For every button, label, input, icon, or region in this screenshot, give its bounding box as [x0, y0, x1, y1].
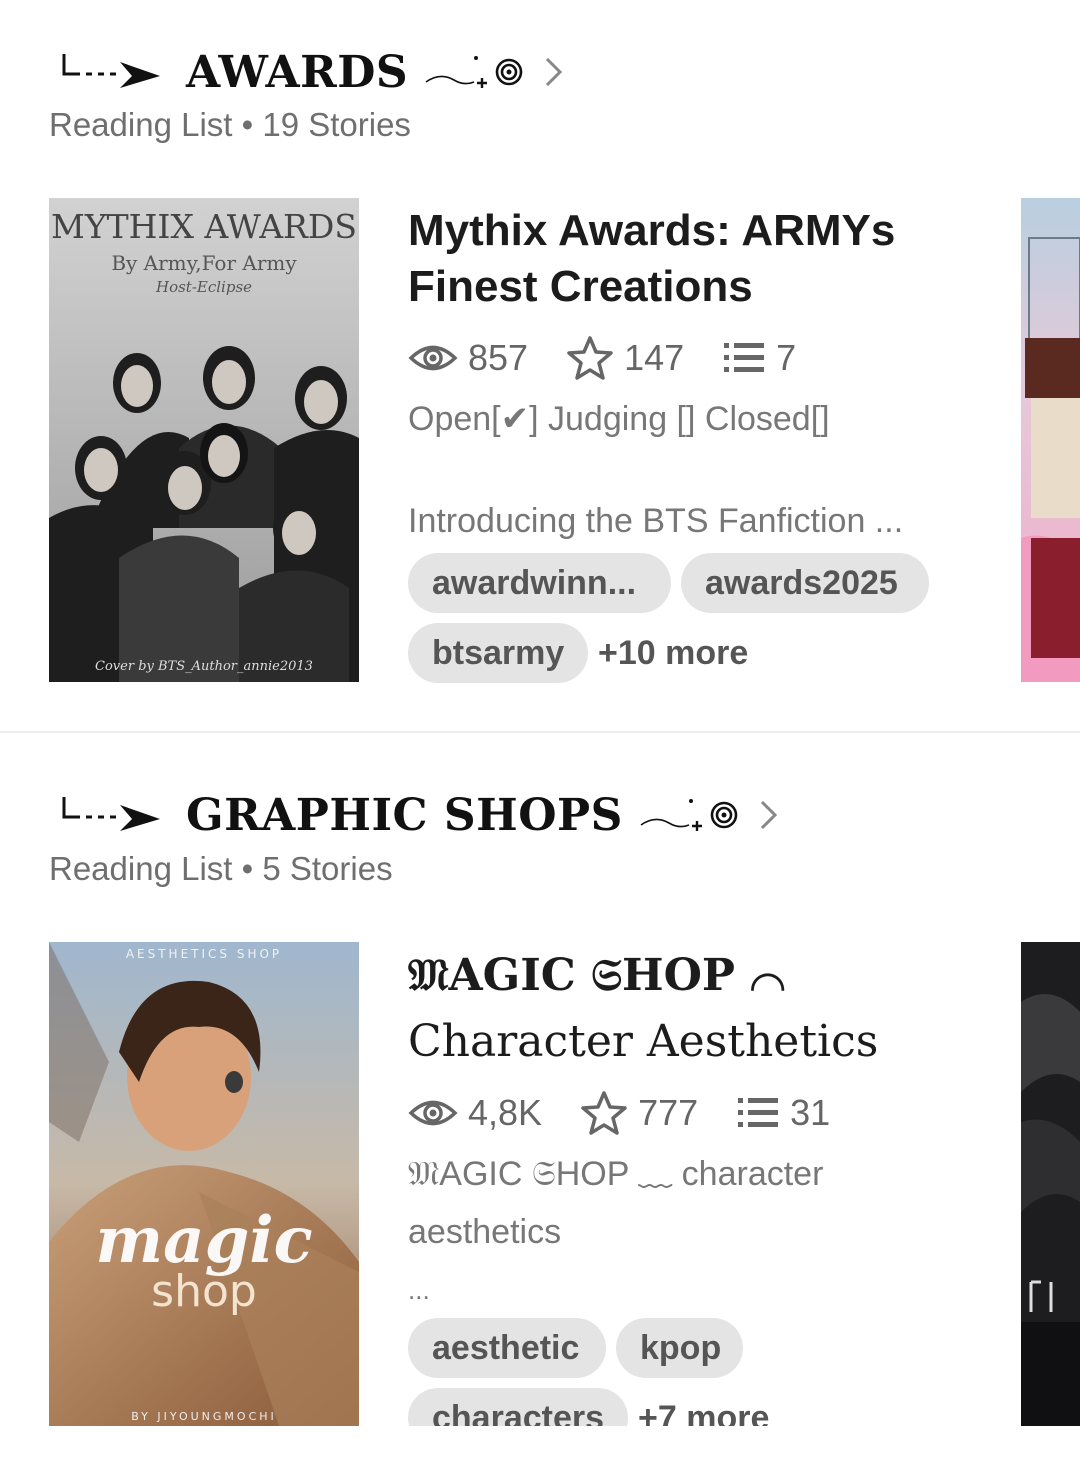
parts-count: 7 [776, 337, 797, 378]
tag-chip[interactable]: btsarmy [408, 623, 588, 683]
spiral-icon [710, 801, 738, 829]
reads-count: 857 [468, 337, 529, 378]
section-title: GRAPHIC SHOPS [186, 789, 623, 841]
votes-count: 147 [624, 337, 685, 378]
reads-stat: 4,8K [408, 1092, 542, 1134]
story-stats: 4,8K 777 31 [408, 1089, 868, 1137]
section-header[interactable]: GRAPHIC SHOPS [60, 787, 781, 843]
section-title: AWARDS [186, 46, 409, 98]
cover-word: shop [151, 1266, 257, 1317]
parts-stat: 31 [736, 1092, 830, 1134]
parts-count: 31 [790, 1092, 831, 1133]
sparkle-deco-icon [425, 56, 488, 88]
more-tags-link[interactable]: +7 more [638, 1388, 769, 1426]
story-description-line1: 𝔐AGIC 𝔖HOP ﹏ character [408, 1155, 824, 1193]
cover-top: AESTHETICS SHOP [126, 947, 282, 961]
eye-icon [408, 345, 458, 371]
votes-count: 777 [638, 1092, 699, 1133]
story-description: Introducing the BTS Fanfiction ... [408, 502, 904, 540]
story-description-line2: aesthetics [408, 1213, 562, 1251]
votes-stat: 147 [566, 335, 684, 381]
reads-stat: 857 [408, 337, 528, 379]
cover-credit: BY JIYOUNGMOCHI [131, 1410, 277, 1423]
tag-chip[interactable]: aesthetic [408, 1318, 606, 1378]
reading-list-awards: AWARDS Reading List • 19 Stories MYTHIX … [0, 0, 1080, 731]
section-header[interactable]: AWARDS [60, 44, 566, 100]
chevron-right-icon[interactable] [542, 55, 566, 89]
cover-heading: MYTHIX AWARDS [51, 207, 357, 246]
tag-chip[interactable]: awards2025 [681, 553, 929, 613]
cover-line2: Host-Eclipse [155, 278, 252, 296]
arrow-icon [62, 797, 160, 831]
list-icon [738, 1098, 779, 1127]
story-title[interactable]: Mythix Awards: ARMYs Finest Creations [408, 203, 1028, 315]
list-icon [724, 343, 765, 372]
eye-icon [408, 1100, 458, 1126]
parts-stat: 7 [722, 337, 796, 379]
tag-chip[interactable]: characters [408, 1388, 628, 1426]
chevron-right-icon[interactable] [757, 798, 781, 832]
reading-list-graphic-shops: GRAPHIC SHOPS Reading List • 5 Stories A… [0, 733, 1080, 1471]
tag-list: awardwinn... awards2025 btsarmy +10 more [408, 553, 1008, 683]
cover-credit: Cover by BTS_Author_annie2013 [95, 659, 313, 674]
reads-count: 4,8K [468, 1092, 543, 1133]
story-title-line1[interactable]: 𝔐AGIC 𝔖HOP ⌒ [408, 948, 1028, 1004]
tag-list: aesthetic kpop characters +7 more [408, 1318, 1008, 1426]
star-icon [567, 336, 613, 380]
arrow-icon [62, 54, 160, 88]
story-status: Open[✔] Judging [] Closed[] [408, 400, 830, 438]
next-story-cover[interactable] [1021, 942, 1080, 1426]
star-icon [581, 1091, 627, 1135]
section-subtitle: Reading List • 5 Stories [49, 850, 393, 887]
cover-line1: By Army,For Army [111, 251, 297, 275]
next-story-cover[interactable] [1021, 198, 1080, 682]
story-cover[interactable]: MYTHIX AWARDS By Army,For Army Host-Ecli… [49, 198, 359, 682]
tag-chip[interactable]: awardwinn... [408, 553, 671, 613]
sparkle-deco-icon [640, 799, 702, 831]
story-title-line2[interactable]: Character Aesthetics [408, 1014, 1028, 1070]
more-tags-link[interactable]: +10 more [598, 623, 748, 683]
section-subtitle: Reading List • 19 Stories [49, 106, 411, 143]
story-cover[interactable]: AESTHETICS SHOP magic shop BY JIYOUNGMOC… [49, 942, 359, 1426]
tag-chip[interactable]: kpop [616, 1318, 743, 1378]
story-stats: 857 147 7 [408, 334, 834, 382]
story-description-line3: ... [408, 1275, 430, 1305]
votes-stat: 777 [580, 1090, 698, 1136]
spiral-icon [495, 58, 523, 86]
